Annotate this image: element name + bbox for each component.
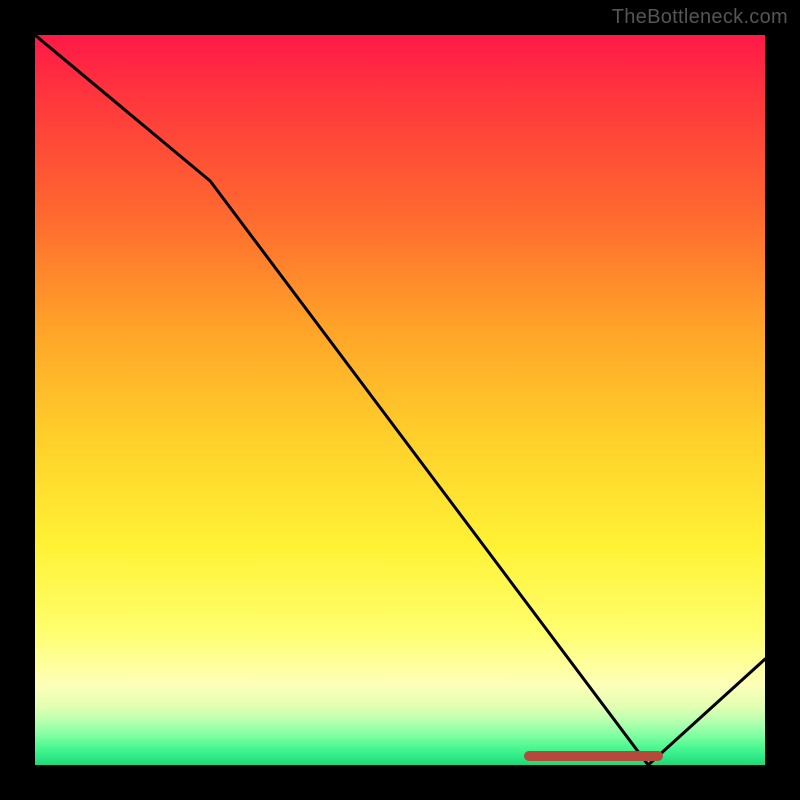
- baseline-segment: [524, 751, 663, 761]
- line-path-svg: [35, 35, 765, 765]
- line-path: [35, 35, 765, 765]
- plot-area: [35, 35, 765, 765]
- watermark-text: TheBottleneck.com: [612, 6, 788, 29]
- chart-container: TheBottleneck.com: [0, 0, 800, 800]
